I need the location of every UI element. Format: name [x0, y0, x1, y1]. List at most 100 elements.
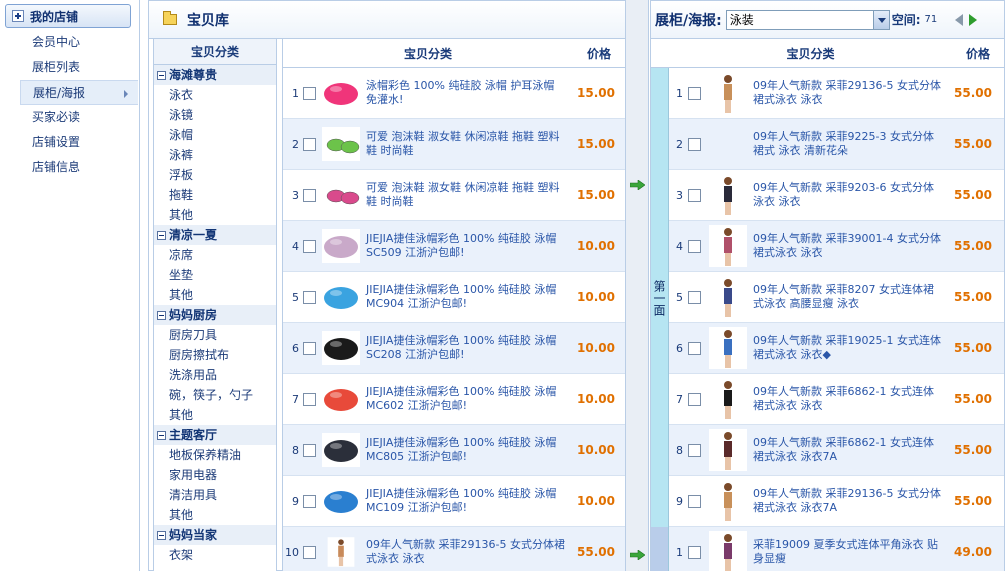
product-title-link[interactable]: 09年人气新款 采菲39001-4 女式分体裙式泳衣 泳衣: [753, 232, 942, 260]
category-item[interactable]: 洗涤用品: [154, 365, 276, 385]
row-checkbox[interactable]: [303, 392, 316, 406]
row-checkbox[interactable]: [303, 443, 316, 457]
table-row[interactable]: 8 09年人气新款 采菲6862-1 女式连体裙式泳衣 泳衣7A 55.00: [651, 425, 1004, 476]
row-checkbox[interactable]: [303, 545, 316, 559]
category-item[interactable]: 泳衣: [154, 85, 276, 105]
table-row[interactable]: 1 09年人气新款 采菲29136-5 女式分体裙式泳衣 泳衣 55.00: [651, 68, 1004, 119]
row-checkbox[interactable]: [688, 494, 701, 508]
table-row[interactable]: 4 JIEJIA捷佳泳帽彩色 100% 纯硅胶 泳帽 SC509 江浙沪包邮! 10…: [283, 221, 625, 272]
product-title-link[interactable]: 可爱 泡沫鞋 淑女鞋 休闲凉鞋 拖鞋 塑料鞋 时尚鞋: [366, 181, 567, 209]
category-group[interactable]: 主题客厅: [154, 425, 276, 445]
category-item[interactable]: 厨房擦拭布: [154, 345, 276, 365]
product-title-link[interactable]: 09年人气新款 采菲29136-5 女式分体裙式泳衣 泳衣7A: [753, 487, 942, 515]
collapse-icon[interactable]: [157, 70, 166, 80]
row-checkbox[interactable]: [688, 545, 701, 559]
chevron-down-icon[interactable]: [872, 10, 889, 29]
plus-icon[interactable]: [12, 10, 24, 22]
product-title-link[interactable]: JIEJIA捷佳泳帽彩色 100% 纯硅胶 泳帽 MC602 江浙沪包邮!: [366, 385, 567, 413]
product-title-link[interactable]: 09年人气新款 采菲29136-5 女式分体裙式泳衣 泳衣: [753, 79, 942, 107]
row-checkbox[interactable]: [688, 443, 701, 457]
table-row[interactable]: 7 JIEJIA捷佳泳帽彩色 100% 纯硅胶 泳帽 MC602 江浙沪包邮! 10…: [283, 374, 625, 425]
collapse-icon[interactable]: [157, 530, 166, 540]
product-title-link[interactable]: 09年人气新款 采菲6862-1 女式连体裙式泳衣 泳衣: [753, 385, 942, 413]
product-title-link[interactable]: JIEJIA捷佳泳帽彩色 100% 纯硅胶 泳帽 MC805 江浙沪包邮!: [366, 436, 567, 464]
category-item[interactable]: 凉席: [154, 245, 276, 265]
table-row[interactable]: 6 09年人气新款 采菲19025-1 女式连体裙式泳衣 泳衣◆ 55.00: [651, 323, 1004, 374]
product-title-link[interactable]: 09年人气新款 采菲19025-1 女式连体裙式泳衣 泳衣◆: [753, 334, 942, 362]
product-title-link[interactable]: 09年人气新款 采菲29136-5 女式分体裙式泳衣 泳衣: [366, 538, 567, 566]
nav-item[interactable]: 买家必读: [20, 105, 138, 130]
category-group[interactable]: 妈妈当家: [154, 525, 276, 545]
move-right-arrow-icon[interactable]: [630, 550, 645, 560]
table-row[interactable]: 10 09年人气新款 采菲29136-5 女式分体裙式泳衣 泳衣 55.00: [283, 527, 625, 571]
product-title-link[interactable]: 泳帽彩色 100% 纯硅胶 泳帽 护耳泳帽 免灌水!: [366, 79, 567, 107]
move-right-arrow-icon[interactable]: [630, 180, 645, 190]
row-checkbox[interactable]: [688, 86, 701, 100]
table-row[interactable]: 7 09年人气新款 采菲6862-1 女式连体裙式泳衣 泳衣 55.00: [651, 374, 1004, 425]
table-row[interactable]: 2 09年人气新款 采菲9225-3 女式分体裙式 泳衣 清新花朵 55.00: [651, 119, 1004, 170]
table-row[interactable]: 9 JIEJIA捷佳泳帽彩色 100% 纯硅胶 泳帽 MC109 江浙沪包邮! 10…: [283, 476, 625, 527]
category-group[interactable]: 妈妈厨房: [154, 305, 276, 325]
row-checkbox[interactable]: [688, 290, 701, 304]
row-checkbox[interactable]: [688, 188, 701, 202]
product-title-link[interactable]: JIEJIA捷佳泳帽彩色 100% 纯硅胶 泳帽 SC509 江浙沪包邮!: [366, 232, 567, 260]
row-checkbox[interactable]: [688, 239, 701, 253]
category-item[interactable]: 浮板: [154, 165, 276, 185]
row-checkbox[interactable]: [688, 392, 701, 406]
category-item[interactable]: 家用电器: [154, 465, 276, 485]
category-group[interactable]: 清凉一夏: [154, 225, 276, 245]
nav-item[interactable]: 展柜列表: [20, 55, 138, 80]
row-checkbox[interactable]: [688, 341, 701, 355]
row-checkbox[interactable]: [303, 239, 316, 253]
category-item[interactable]: 坐垫: [154, 265, 276, 285]
table-row[interactable]: 4 09年人气新款 采菲39001-4 女式分体裙式泳衣 泳衣 55.00: [651, 221, 1004, 272]
row-checkbox[interactable]: [303, 341, 316, 355]
table-row[interactable]: 5 JIEJIA捷佳泳帽彩色 100% 纯硅胶 泳帽 MC904 江浙沪包邮! 10…: [283, 272, 625, 323]
category-item[interactable]: 其他: [154, 285, 276, 305]
category-item[interactable]: 衣架: [154, 545, 276, 565]
table-row[interactable]: 9 09年人气新款 采菲29136-5 女式分体裙式泳衣 泳衣7A 55.00: [651, 476, 1004, 527]
showcase-select[interactable]: 泳装: [725, 9, 890, 30]
product-title-link[interactable]: 09年人气新款 采菲6862-1 女式连体裙式泳衣 泳衣7A: [753, 436, 942, 464]
category-item[interactable]: 碗，筷子，勺子: [154, 385, 276, 405]
nav-item[interactable]: 店铺信息: [20, 155, 138, 180]
category-item[interactable]: 其他: [154, 505, 276, 525]
product-title-link[interactable]: JIEJIA捷佳泳帽彩色 100% 纯硅胶 泳帽 MC904 江浙沪包邮!: [366, 283, 567, 311]
category-item[interactable]: 泳帽: [154, 125, 276, 145]
nav-header[interactable]: 我的店铺: [5, 4, 131, 28]
category-item[interactable]: 泳裤: [154, 145, 276, 165]
table-row[interactable]: 6 JIEJIA捷佳泳帽彩色 100% 纯硅胶 泳帽 SC208 江浙沪包邮! 10…: [283, 323, 625, 374]
next-page-icon[interactable]: [969, 13, 978, 26]
category-item[interactable]: 厨房刀具: [154, 325, 276, 345]
nav-item[interactable]: 展柜/海报: [20, 80, 138, 105]
category-item[interactable]: 地板保养精油: [154, 445, 276, 465]
table-row[interactable]: 2 可爱 泡沫鞋 淑女鞋 休闲凉鞋 拖鞋 塑料鞋 时尚鞋 15.00: [283, 119, 625, 170]
row-checkbox[interactable]: [303, 494, 316, 508]
collapse-icon[interactable]: [157, 310, 166, 320]
collapse-icon[interactable]: [157, 230, 166, 240]
product-title-link[interactable]: 可爱 泡沫鞋 淑女鞋 休闲凉鞋 拖鞋 塑料鞋 时尚鞋: [366, 130, 567, 158]
row-checkbox[interactable]: [303, 137, 316, 151]
table-row[interactable]: 1 采菲19009 夏季女式连体平角泳衣 贴身显瘦 49.00: [651, 527, 1004, 571]
product-title-link[interactable]: 09年人气新款 采菲9203-6 女式分体泳衣 泳衣: [753, 181, 942, 209]
category-item[interactable]: 清洁用具: [154, 485, 276, 505]
category-item[interactable]: 其他: [154, 405, 276, 425]
prev-page-icon[interactable]: [955, 13, 964, 26]
product-title-link[interactable]: JIEJIA捷佳泳帽彩色 100% 纯硅胶 泳帽 MC109 江浙沪包邮!: [366, 487, 567, 515]
table-row[interactable]: 3 可爱 泡沫鞋 淑女鞋 休闲凉鞋 拖鞋 塑料鞋 时尚鞋 15.00: [283, 170, 625, 221]
category-group[interactable]: 海滩尊贵: [154, 65, 276, 85]
table-row[interactable]: 3 09年人气新款 采菲9203-6 女式分体泳衣 泳衣 55.00: [651, 170, 1004, 221]
table-row[interactable]: 5 09年人气新款 采菲8207 女式连体裙式泳衣 高腰显瘦 泳衣 55.00: [651, 272, 1004, 323]
product-title-link[interactable]: 09年人气新款 采菲8207 女式连体裙式泳衣 高腰显瘦 泳衣: [753, 283, 942, 311]
category-item[interactable]: 其他: [154, 205, 276, 225]
product-title-link[interactable]: 09年人气新款 采菲9225-3 女式分体裙式 泳衣 清新花朵: [753, 130, 942, 158]
row-checkbox[interactable]: [303, 86, 316, 100]
nav-item[interactable]: 会员中心: [20, 30, 138, 55]
product-title-link[interactable]: 采菲19009 夏季女式连体平角泳衣 贴身显瘦: [753, 538, 942, 566]
category-item[interactable]: 拖鞋: [154, 185, 276, 205]
table-row[interactable]: 8 JIEJIA捷佳泳帽彩色 100% 纯硅胶 泳帽 MC805 江浙沪包邮! 10…: [283, 425, 625, 476]
product-title-link[interactable]: JIEJIA捷佳泳帽彩色 100% 纯硅胶 泳帽 SC208 江浙沪包邮!: [366, 334, 567, 362]
table-row[interactable]: 1 泳帽彩色 100% 纯硅胶 泳帽 护耳泳帽 免灌水! 15.00: [283, 68, 625, 119]
collapse-icon[interactable]: [157, 430, 166, 440]
category-item[interactable]: 泳镜: [154, 105, 276, 125]
